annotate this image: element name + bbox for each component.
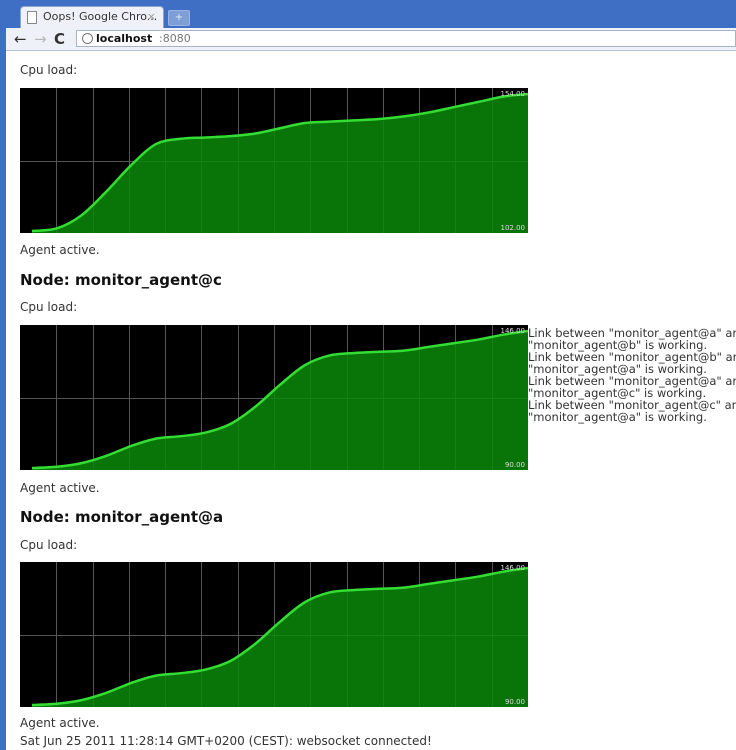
agent-status: Agent active. xyxy=(20,243,100,257)
new-tab-button[interactable]: + xyxy=(168,10,190,26)
browser-tab[interactable]: Oops! Google Chro... × xyxy=(20,6,164,28)
y-max-label: 146.00 xyxy=(501,327,526,335)
cpu-load-label: Cpu load: xyxy=(20,538,78,552)
websocket-status: Sat Jun 25 2011 11:28:14 GMT+0200 (CEST)… xyxy=(20,734,432,748)
window-left-border xyxy=(0,0,6,750)
url-port: :8080 xyxy=(159,32,191,45)
tab-strip: Oops! Google Chro... × + xyxy=(6,0,736,28)
page-icon xyxy=(27,11,37,24)
back-icon[interactable]: ← xyxy=(14,29,27,49)
link-status-line: "monitor_agent@a" is working. xyxy=(528,410,707,424)
close-icon[interactable]: × xyxy=(147,10,156,23)
address-bar[interactable]: localhost :8080 xyxy=(76,30,736,47)
cpu-chart: 146.00 90.00 xyxy=(20,325,528,470)
node-title: Node: monitor_agent@a xyxy=(20,508,224,526)
node-title: Node: monitor_agent@c xyxy=(20,271,222,289)
y-max-label: 154.00 xyxy=(501,90,526,98)
cpu-chart-svg: 146.00 90.00 xyxy=(20,325,528,470)
y-max-label: 146.00 xyxy=(501,564,526,572)
reload-icon[interactable]: C xyxy=(54,29,65,49)
agent-status: Agent active. xyxy=(20,481,100,495)
cpu-chart-svg: 154.00 102.00 xyxy=(20,88,528,233)
y-min-label: 102.00 xyxy=(501,224,526,232)
agent-status: Agent active. xyxy=(20,716,100,730)
cpu-chart: 154.00 102.00 xyxy=(20,88,528,233)
cpu-load-label: Cpu load: xyxy=(20,300,78,314)
tab-title: Oops! Google Chro... xyxy=(43,10,158,23)
browser-toolbar: ← → C localhost :8080 xyxy=(6,28,736,51)
cpu-load-label: Cpu load: xyxy=(20,63,78,77)
globe-icon xyxy=(82,33,93,44)
y-min-label: 90.00 xyxy=(505,698,525,706)
cpu-chart: 146.00 90.00 xyxy=(20,562,528,707)
forward-icon[interactable]: → xyxy=(34,29,47,49)
y-min-label: 90.00 xyxy=(505,461,525,469)
url-host: localhost xyxy=(96,32,153,45)
cpu-chart-svg: 146.00 90.00 xyxy=(20,562,528,707)
link-status-list: Link between "monitor_agent@a" and "moni… xyxy=(528,327,736,423)
